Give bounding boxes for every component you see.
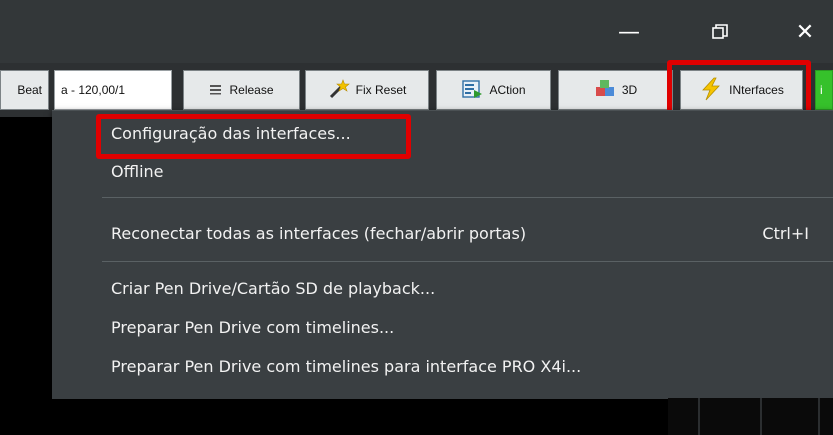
fix-reset-button[interactable]: Fix Reset [305,70,429,110]
background-timeline-area [668,398,833,435]
menu-item-configure-interfaces[interactable]: Configuração das interfaces... [52,116,833,150]
cubes-icon [594,78,616,103]
release-label: Release [229,83,274,97]
close-button[interactable]: ✕ [782,14,828,50]
action-label: ACtion [489,83,526,97]
interfaces-label: INterfaces [729,83,784,97]
minimize-button[interactable]: — [606,14,652,50]
menu-separator [102,197,833,198]
lightning-icon [699,77,723,104]
title-bar: — ✕ [0,0,833,63]
magic-wand-icon [328,78,350,103]
beat-button[interactable]: Beat [0,70,49,110]
menu-item-prepare-pen-drive-pro-x4i[interactable]: Preparar Pen Drive com timelines para in… [52,349,833,383]
fix-reset-label: Fix Reset [355,83,407,97]
tempo-field[interactable]: a - 120,00/1 [54,70,172,110]
extra-green-button[interactable]: i [815,70,833,110]
menu-item-label: Offline [111,161,164,181]
interfaces-dropdown-menu: Configuração das interfaces... Offline R… [52,110,833,399]
menu-item-label: Preparar Pen Drive com timelines para in… [111,356,582,376]
menu-item-label: Criar Pen Drive/Cartão SD de playback... [111,278,436,298]
extra-green-label: i [820,83,823,97]
menu-item-label: Reconectar todas as interfaces (fechar/a… [111,223,527,243]
equals-icon [209,83,223,98]
menu-item-create-pen-drive[interactable]: Criar Pen Drive/Cartão SD de playback... [52,271,833,305]
menu-item-label: Configuração das interfaces... [111,123,351,143]
tempo-value: a - 120,00/1 [61,83,126,97]
release-button[interactable]: Release [183,70,300,110]
menu-item-prepare-pen-drive[interactable]: Preparar Pen Drive com timelines... [52,310,833,344]
menu-item-reconnect-interfaces[interactable]: Reconectar todas as interfaces (fechar/a… [52,216,833,250]
menu-separator [102,261,833,262]
restore-button[interactable] [697,14,743,50]
action-button[interactable]: ACtion [436,70,551,110]
menu-item-offline[interactable]: Offline [52,154,833,188]
menu-item-label: Preparar Pen Drive com timelines... [111,317,395,337]
beat-label: Beat [17,83,42,97]
action-icon [461,78,483,103]
3d-label: 3D [621,83,638,97]
3d-button[interactable]: 3D [558,70,673,110]
menu-item-shortcut: Ctrl+I [762,223,809,243]
interfaces-button[interactable]: INterfaces [680,70,803,110]
restore-icon [712,24,728,39]
